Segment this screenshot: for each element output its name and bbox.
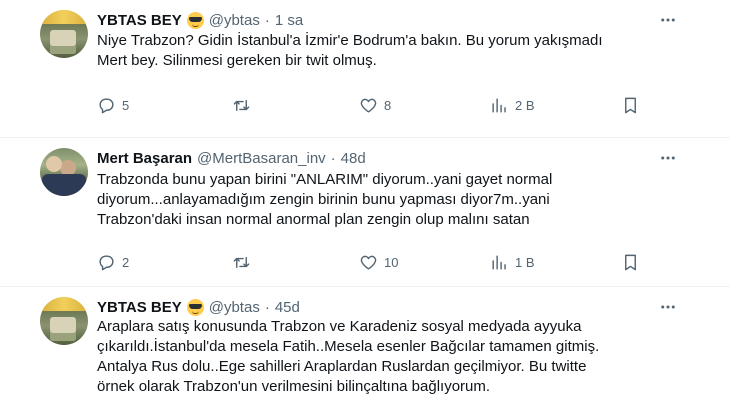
tweet-text: Trabzonda bunu yapan birini "ANLARIM" di… xyxy=(97,170,677,230)
reply-count: 2 xyxy=(122,254,130,270)
timestamp[interactable]: 1 sa xyxy=(275,12,303,29)
action-bar: 2 10 1 B xyxy=(97,252,647,272)
display-name[interactable]: YBTAS BEY xyxy=(97,12,182,29)
tweet-header: YBTAS BEY @ybtas · 1 sa xyxy=(97,10,303,30)
handle[interactable]: @ybtas xyxy=(209,12,260,29)
reply-icon xyxy=(99,254,114,270)
tweet[interactable]: YBTAS BEY @ybtas · 1 sa Niye Trabzon? Gi… xyxy=(0,0,730,138)
tweet-header: Mert Başaran @MertBasaran_inv · 48d xyxy=(97,148,366,168)
sunglasses-emoji-icon xyxy=(186,11,204,29)
more-options-icon[interactable] xyxy=(658,299,678,315)
view-count: 1 B xyxy=(515,254,535,270)
heart-icon xyxy=(360,98,377,113)
retweet-button[interactable] xyxy=(232,95,257,115)
timestamp[interactable]: 48d xyxy=(341,150,366,167)
reply-count: 5 xyxy=(122,97,130,113)
tweet-text: Niye Trabzon? Gidin İstanbul'a İzmir'e B… xyxy=(97,31,677,71)
more-options-icon[interactable] xyxy=(658,150,678,166)
tweet[interactable]: Mert Başaran @MertBasaran_inv · 48d Trab… xyxy=(0,138,730,287)
avatar[interactable] xyxy=(40,10,88,58)
reply-icon xyxy=(99,97,114,113)
separator: · xyxy=(264,298,270,316)
sunglasses-emoji-icon xyxy=(186,298,204,316)
like-button[interactable]: 10 xyxy=(359,252,398,272)
views-button[interactable]: 2 B xyxy=(490,95,535,115)
tweet-text-line: Trabzonda bunu yapan birini "ANLARIM" di… xyxy=(97,171,553,188)
tweet-text-line: Araplara satış konusunda Trabzon ve Kara… xyxy=(97,318,582,335)
display-name[interactable]: YBTAS BEY xyxy=(97,299,182,316)
views-button[interactable]: 1 B xyxy=(490,252,535,272)
like-count: 10 xyxy=(384,254,399,270)
retweet-button[interactable] xyxy=(232,252,257,272)
retweet-icon xyxy=(233,99,250,111)
tweet-text-line: diyorum...anlayamadığım zengin birinin b… xyxy=(97,191,550,208)
tweet-text-line: örnek olarak Trabzon'un verilmesini bili… xyxy=(97,378,491,395)
handle[interactable]: @MertBasaran_inv xyxy=(197,150,326,167)
analytics-icon xyxy=(492,97,506,113)
tweet-text-line: Antalya Rus dolu..Ege sahilleri Araplard… xyxy=(97,358,587,375)
bookmark-icon xyxy=(625,254,636,270)
analytics-icon xyxy=(492,254,506,270)
avatar[interactable] xyxy=(40,148,88,196)
view-count: 2 B xyxy=(515,97,535,113)
like-button[interactable]: 8 xyxy=(359,95,391,115)
tweet-text-line: Niye Trabzon? Gidin İstanbul'a İzmir'e B… xyxy=(97,32,603,49)
tweet[interactable]: YBTAS BEY @ybtas · 45d Araplara satış ko… xyxy=(0,287,730,420)
bookmark-icon xyxy=(625,97,636,113)
tweet-text: Araplara satış konusunda Trabzon ve Kara… xyxy=(97,317,677,397)
avatar[interactable] xyxy=(40,297,88,345)
tweet-text-line: çıkarıldı.İstanbul'da mesela Fatih..Mese… xyxy=(97,338,600,355)
handle[interactable]: @ybtas xyxy=(209,299,260,316)
bookmark-button[interactable] xyxy=(621,252,640,272)
action-bar: 5 8 2 B xyxy=(97,95,647,115)
tweet-header: YBTAS BEY @ybtas · 45d xyxy=(97,297,300,317)
more-options-icon[interactable] xyxy=(658,12,678,28)
reply-button[interactable]: 2 xyxy=(97,252,129,272)
separator: · xyxy=(264,11,270,29)
timestamp[interactable]: 45d xyxy=(275,299,300,316)
heart-icon xyxy=(360,255,377,270)
bookmark-button[interactable] xyxy=(621,95,640,115)
like-count: 8 xyxy=(384,97,392,113)
tweet-text-line: Mert bey. Silinmesi gereken bir twit olm… xyxy=(97,52,377,69)
tweet-text-line: Trabzon'daki insan normal anormal plan z… xyxy=(97,211,530,228)
display-name[interactable]: Mert Başaran xyxy=(97,150,192,167)
separator: · xyxy=(330,149,336,167)
reply-button[interactable]: 5 xyxy=(97,95,129,115)
retweet-icon xyxy=(233,256,250,268)
